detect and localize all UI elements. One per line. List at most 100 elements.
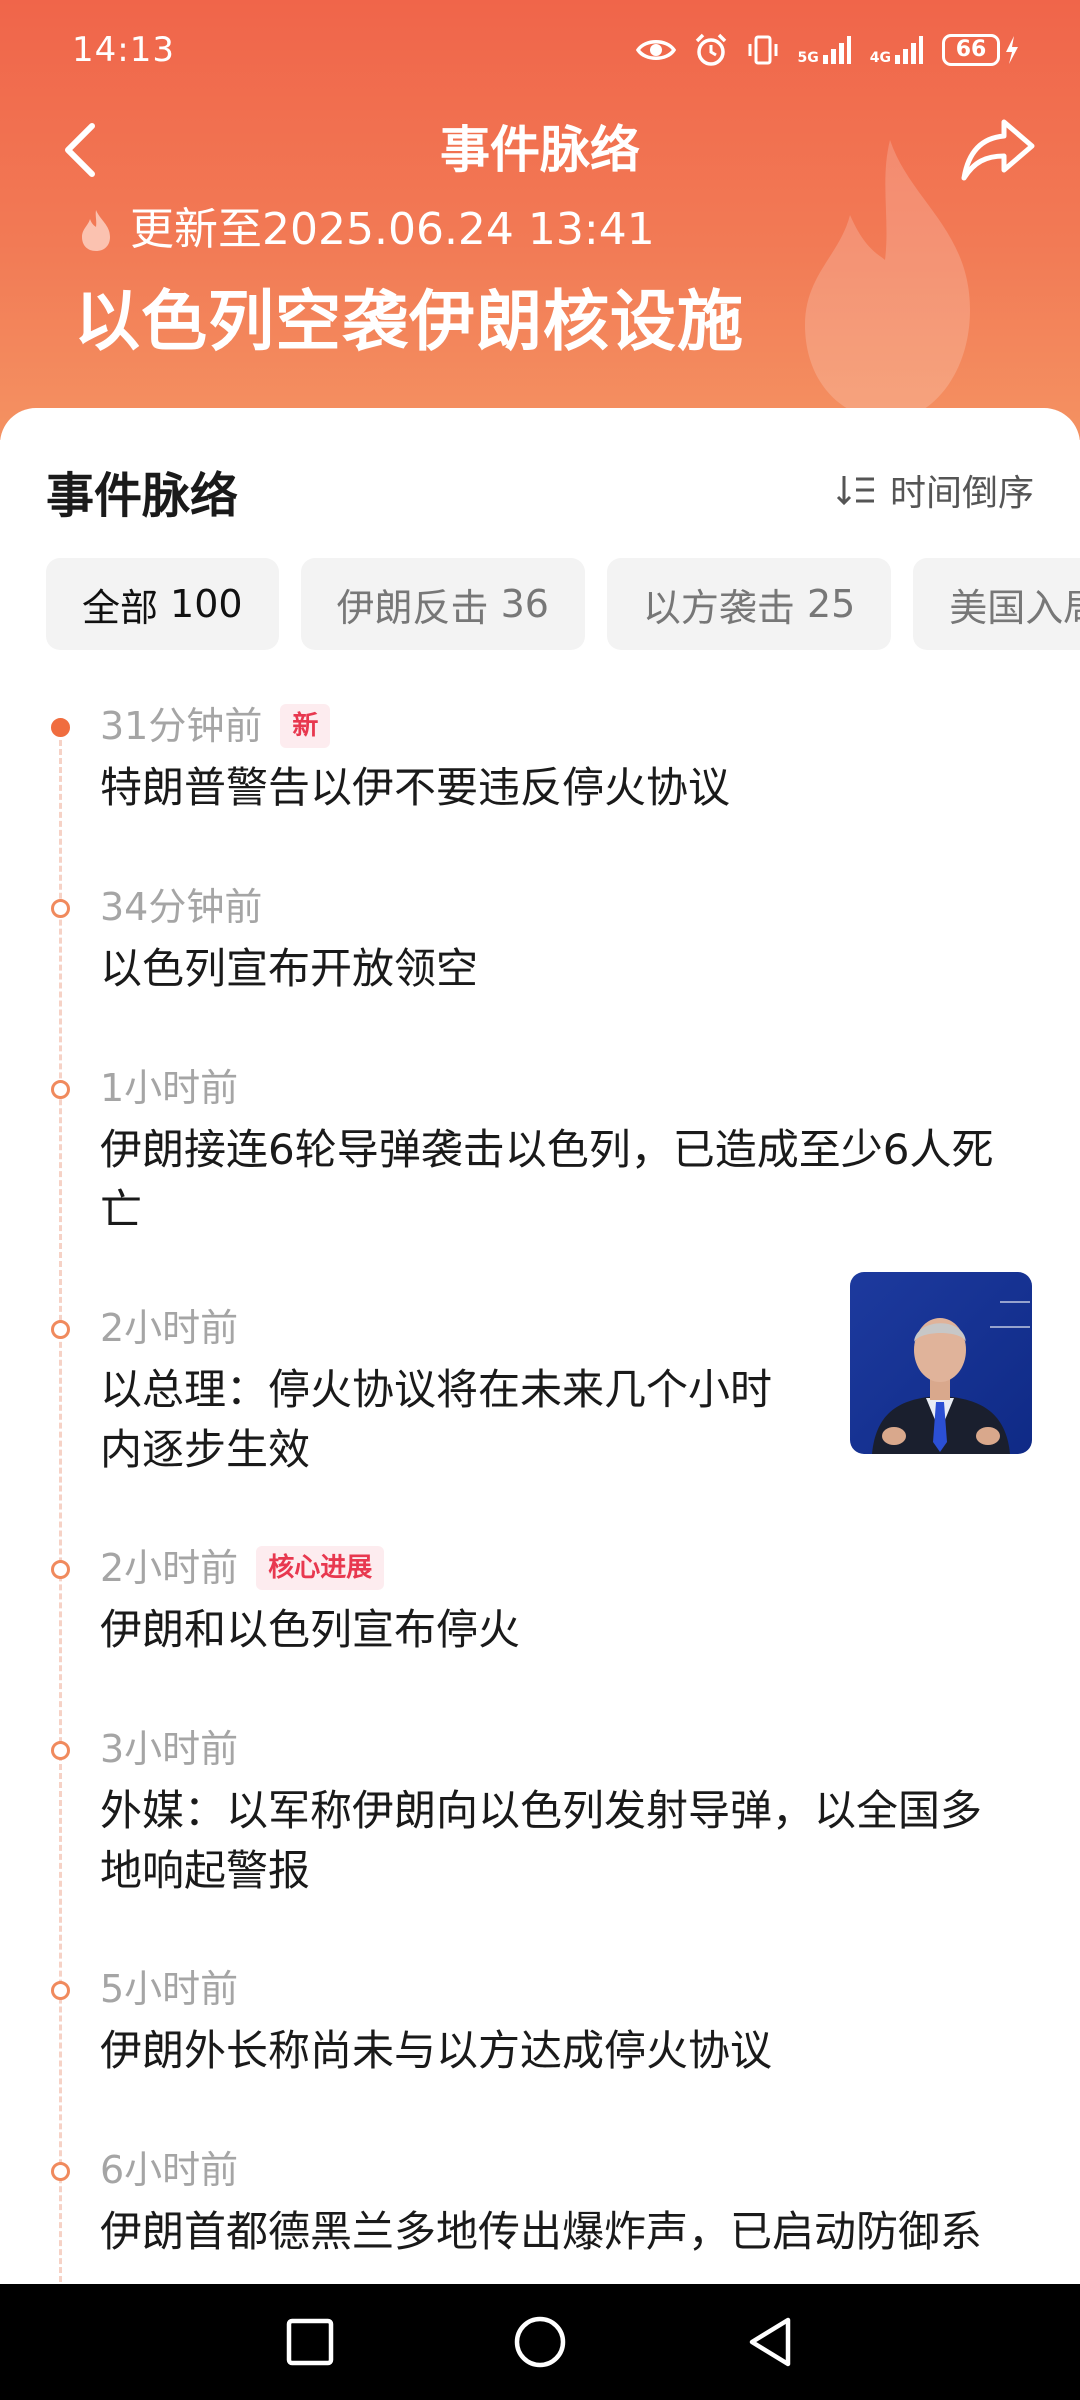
page-title: 事件脉络 — [440, 121, 640, 179]
timeline-dot — [51, 1080, 70, 1099]
sort-label: 时间倒序 — [889, 473, 1034, 514]
timeline-meta: 2小时前 核心进展 — [100, 1538, 385, 1598]
chip-count: 36 — [500, 582, 549, 626]
timeline-text: 以色列宣布开放领空 — [100, 939, 478, 999]
vibrate-icon — [748, 35, 778, 65]
flame-icon — [82, 210, 110, 251]
chip-label: 全部 — [82, 585, 159, 630]
timeline-dot — [51, 899, 70, 918]
timeline-item[interactable]: 2小时前 核心进展 伊朗和以色列宣布停火 — [0, 1538, 1080, 1658]
alarm-icon — [695, 33, 726, 66]
sort-order-icon — [836, 476, 874, 506]
nav-bar: 事件脉络 — [0, 100, 1080, 200]
timeline-text: 伊朗接连6轮导弹袭击以色列，已造成至少6人死 亡 — [100, 1120, 993, 1240]
timeline-line-text: 地响起警报 — [100, 1846, 311, 1895]
recents-button[interactable] — [280, 2312, 340, 2372]
timeline-line-text: 伊朗外长称尚未与以方达成停火协议 — [100, 2026, 773, 2075]
content-card: 事件脉络 时间倒序 全部 100 伊朗反击 36 以方袭击 25 美国入 31分… — [0, 408, 1080, 2288]
timeline-time: 31分钟前 — [100, 704, 263, 748]
timeline-time: 3小时前 — [100, 1727, 239, 1771]
timeline-line-text: 以总理：停火协议将在未来几个小时 — [100, 1365, 773, 1414]
timeline-time: 5小时前 — [100, 1967, 239, 2011]
timeline-text: 特朗普警告以伊不要违反停火协议 — [100, 758, 730, 818]
timeline-line-text: 外媒：以军称伊朗向以色列发射导弹，以全国多 — [100, 1786, 983, 1835]
timeline-text: 伊朗首都德黑兰多地传出爆炸声，已启动防御系 — [100, 2202, 982, 2262]
timeline-meta: 5小时前 — [100, 1959, 238, 2019]
timeline-item[interactable]: 1小时前 伊朗接连6轮导弹袭击以色列，已造成至少6人死 亡 — [0, 1058, 1080, 1238]
signal-bars-icon — [822, 36, 851, 64]
screen: 14:13 5G 4G 66 事件脉络 更新至2025.06.24 13:41 … — [0, 0, 1080, 2400]
eye-icon — [635, 40, 676, 60]
signal-1: 5G — [798, 35, 852, 65]
timeline-dot — [51, 1741, 70, 1760]
filter-chip-us-involvement[interactable]: 美国入局 — [913, 558, 1080, 650]
timeline-meta: 2小时前 — [100, 1298, 238, 1358]
timeline-meta: 1小时前 — [100, 1058, 238, 1118]
timeline-time: 2小时前 — [100, 1306, 239, 1350]
timeline-item[interactable]: 3小时前 外媒：以军称伊朗向以色列发射导弹，以全国多 地响起警报 — [0, 1719, 1080, 1899]
timeline-line-text: 伊朗接连6轮导弹袭击以色列，已造成至少6人死 — [100, 1125, 994, 1174]
status-icons: 5G 4G 66 — [635, 28, 1020, 72]
timeline-line-text: 亡 — [100, 1185, 143, 1234]
chip-label: 伊朗反击 — [336, 585, 489, 630]
chip-count: 100 — [170, 582, 243, 626]
status-time: 14:13 — [72, 30, 175, 70]
battery-level: 66 — [942, 34, 1000, 66]
back-nav-button[interactable] — [740, 2312, 800, 2372]
update-time: 更新至2025.06.24 13:41 — [130, 204, 655, 255]
timeline-meta: 3小时前 — [100, 1719, 238, 1779]
timeline-text: 外媒：以军称伊朗向以色列发射导弹，以全国多 地响起警报 — [100, 1781, 982, 1901]
key-progress-badge: 核心进展 — [256, 1546, 385, 1590]
timeline-dot — [51, 1320, 70, 1339]
filter-chip-iran-counter[interactable]: 伊朗反击 36 — [300, 558, 585, 650]
charging-bolt-icon — [1006, 36, 1018, 64]
filter-chip-all[interactable]: 全部 100 — [46, 558, 279, 650]
speaker-photo — [850, 1272, 1032, 1454]
timeline-item[interactable]: 34分钟前 以色列宣布开放领空 — [0, 877, 1080, 997]
signal-1-label: 5G — [797, 50, 819, 66]
new-badge: 新 — [280, 704, 331, 748]
timeline-meta: 6小时前 — [100, 2140, 238, 2200]
update-row: 更新至2025.06.24 13:41 — [78, 200, 655, 260]
sort-button[interactable]: 时间倒序 — [836, 464, 1034, 516]
timeline-dot — [51, 1981, 70, 2000]
timeline-time: 2小时前 — [100, 1546, 239, 1590]
signal-bars-icon — [895, 36, 923, 64]
status-bar: 14:13 5G 4G 66 — [0, 0, 1080, 100]
home-button[interactable] — [510, 2312, 570, 2372]
event-title: 以色列空袭伊朗核设施 — [74, 283, 744, 360]
timeline-dot — [51, 1560, 70, 1579]
timeline-text: 伊朗外长称尚未与以方达成停火协议 — [100, 2021, 772, 2081]
timeline-meta: 31分钟前 新 — [100, 696, 331, 756]
timeline-line-text: 伊朗和以色列宣布停火 — [100, 1605, 521, 1654]
timeline-time: 1小时前 — [100, 1066, 239, 1110]
section-header: 事件脉络 时间倒序 — [0, 408, 1080, 548]
filter-chip-israel-attack[interactable]: 以方袭击 25 — [606, 558, 892, 650]
timeline-dot — [51, 718, 70, 737]
timeline-line-text: 伊朗首都德黑兰多地传出爆炸声，已启动防御系 — [100, 2207, 983, 2256]
timeline-meta: 34分钟前 — [100, 877, 262, 937]
timeline-text: 伊朗和以色列宣布停火 — [100, 1600, 520, 1660]
timeline-time: 6小时前 — [100, 2148, 239, 2192]
timeline-dot — [51, 2162, 70, 2181]
timeline-line-text: 特朗普警告以伊不要违反停火协议 — [100, 763, 731, 812]
chip-label: 以方袭击 — [642, 585, 795, 630]
timeline-text: 以总理：停火协议将在未来几个小时 内逐步生效 — [100, 1360, 772, 1480]
system-nav-bar — [0, 2284, 1080, 2400]
battery: 66 — [942, 34, 1020, 66]
event-header: 14:13 5G 4G 66 事件脉络 更新至2025.06.24 13:41 … — [0, 0, 1080, 440]
section-title: 事件脉络 — [46, 468, 239, 524]
filter-chips: 全部 100 伊朗反击 36 以方袭击 25 美国入局 — [46, 558, 1080, 650]
timeline-item[interactable]: 6小时前 伊朗首都德黑兰多地传出爆炸声，已启动防御系 — [0, 2140, 1080, 2280]
timeline-time: 34分钟前 — [100, 885, 263, 929]
chip-count: 25 — [806, 582, 856, 626]
timeline-item[interactable]: 2小时前 以总理：停火协议将在未来几个小时 内逐步生效 — [0, 1272, 1080, 1480]
chip-label: 美国入局 — [949, 585, 1080, 630]
timeline-item[interactable]: 5小时前 伊朗外长称尚未与以方达成停火协议 — [0, 1959, 1080, 2079]
news-thumbnail[interactable] — [850, 1272, 1032, 1454]
share-button[interactable] — [960, 116, 1036, 184]
timeline-line-text: 以色列宣布开放领空 — [100, 944, 479, 993]
timeline-item[interactable]: 31分钟前 新 特朗普警告以伊不要违反停火协议 — [0, 696, 1080, 816]
signal-2-label: 4G — [869, 50, 891, 66]
signal-2: 4G — [870, 35, 924, 65]
